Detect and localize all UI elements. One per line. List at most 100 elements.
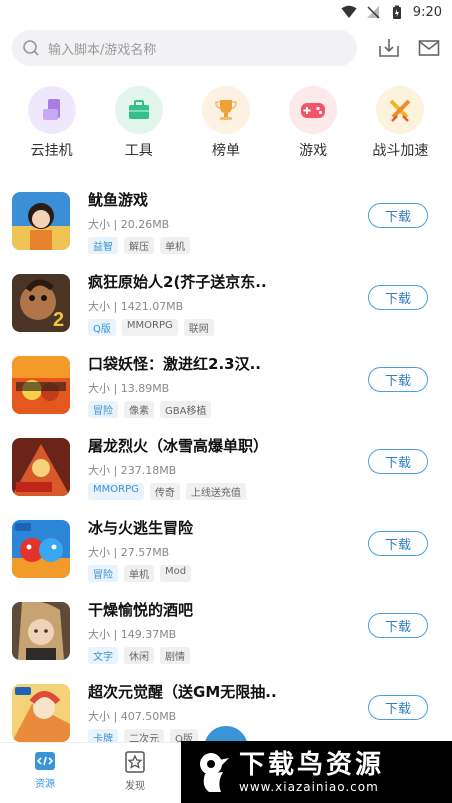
- game-tag: Q版: [88, 318, 116, 336]
- download-button[interactable]: 下载: [368, 449, 428, 474]
- game-tag: 益智: [88, 236, 118, 254]
- search-icon: [23, 40, 39, 56]
- nav-label: 游戏: [299, 143, 328, 159]
- game-tags: MMORPG 传奇 上线送充值: [88, 482, 268, 500]
- mail-icon[interactable]: [418, 37, 440, 63]
- game-tag: MMORPG: [88, 482, 144, 500]
- game-tags: 文字 休闲 剧情: [88, 646, 193, 664]
- game-thumbnail: [12, 602, 70, 660]
- battery-icon: [389, 5, 405, 19]
- nav-tools[interactable]: 工具: [99, 86, 179, 160]
- game-tag: 传奇: [149, 482, 180, 500]
- nav-label: 云挂机: [30, 143, 73, 159]
- tab-label: 资源: [35, 779, 55, 790]
- game-info: 冰与火逃生冒险 大小 | 27.57MB 冒险 单机 Mod: [88, 517, 193, 582]
- list-item[interactable]: 口袋妖怪：激进红2.3汉.. 大小 | 13.89MB 冒险 像素 GBA移植 …: [0, 344, 452, 426]
- game-thumbnail: [12, 356, 70, 414]
- search-input[interactable]: 输入脚本/游戏名称: [12, 30, 357, 66]
- nav-label: 战斗加速: [372, 143, 429, 159]
- game-size: 大小 | 20.26MB: [88, 217, 170, 231]
- download-button[interactable]: 下载: [368, 203, 428, 228]
- game-info: 超次元觉醒（送GM无限抽.. 大小 | 407.50MB 卡牌 二次元 Q版: [88, 681, 277, 746]
- game-tag: Mod: [160, 564, 192, 582]
- wifi-icon: [341, 5, 357, 19]
- game-size: 大小 | 27.57MB: [88, 545, 170, 559]
- download-button[interactable]: 下载: [368, 531, 428, 556]
- list-item[interactable]: 2 疯狂原始人2(芥子送京东.. 大小 | 1421.07MB Q版 MMORP…: [0, 262, 452, 344]
- search-actions: [378, 37, 440, 63]
- game-tag: 文字: [88, 646, 118, 664]
- game-size: 大小 | 1421.07MB: [88, 299, 184, 313]
- tab-discover[interactable]: 发现: [105, 751, 165, 792]
- nav-cloud-hangup[interactable]: 云挂机: [12, 86, 92, 160]
- game-tag: 解压: [124, 236, 154, 254]
- game-tags: Q版 MMORPG 联网: [88, 318, 267, 336]
- watermark-banner: 下载鸟资源 www.xiazainiao.com: [181, 741, 452, 803]
- game-tag: 上线送充值: [185, 482, 246, 500]
- game-tag: 冒险: [88, 564, 118, 582]
- game-tag: 单机: [124, 564, 154, 582]
- watermark-title: 下载鸟资源: [239, 750, 385, 780]
- game-info: 鱿鱼游戏 大小 | 20.26MB 益智 解压 单机: [88, 189, 190, 254]
- nav-ranking[interactable]: 榜单: [186, 86, 266, 160]
- code-icon: [35, 752, 55, 770]
- game-list: 鱿鱼游戏 大小 | 20.26MB 益智 解压 单机 下载 2 疯狂原始人2(芥…: [0, 180, 452, 754]
- game-tag: MMORPG: [121, 318, 178, 336]
- game-tag: 休闲: [124, 646, 154, 664]
- star-bookmark-icon: [125, 751, 145, 773]
- search-row: 输入脚本/游戏名称: [12, 30, 440, 66]
- download-button[interactable]: 下载: [368, 613, 428, 638]
- download-button[interactable]: 下载: [368, 695, 428, 720]
- game-info: 干燥愉悦的酒吧 大小 | 149.37MB 文字 休闲 剧情: [88, 599, 193, 664]
- list-item[interactable]: 冰与火逃生冒险 大小 | 27.57MB 冒险 单机 Mod 下载: [0, 508, 452, 590]
- game-size: 大小 | 13.89MB: [88, 381, 170, 395]
- game-thumbnail: [12, 684, 70, 742]
- game-info: 口袋妖怪：激进红2.3汉.. 大小 | 13.89MB 冒险 像素 GBA移植: [88, 353, 261, 418]
- game-thumbnail: 2: [12, 274, 70, 332]
- download-button[interactable]: 下载: [368, 367, 428, 392]
- game-tag: 像素: [124, 400, 154, 418]
- game-tag: GBA移植: [160, 400, 212, 418]
- game-tag: 单机: [160, 236, 190, 254]
- tab-resources[interactable]: 资源: [15, 751, 75, 790]
- game-title: 屠龙烈火（冰雪高爆单职）: [88, 436, 269, 455]
- trophy-icon: [201, 86, 250, 134]
- download-manager-icon[interactable]: [378, 37, 400, 63]
- game-title: 疯狂原始人2(芥子送京东..: [88, 272, 267, 291]
- status-bar: 9:20: [0, 0, 452, 24]
- list-item[interactable]: 鱿鱼游戏 大小 | 20.26MB 益智 解压 单机 下载: [0, 180, 452, 262]
- game-tags: 冒险 单机 Mod: [88, 564, 193, 582]
- swords-icon: [376, 86, 425, 134]
- gamepad-icon: [289, 86, 338, 134]
- search-placeholder: 输入脚本/游戏名称: [48, 42, 157, 58]
- game-tag: 冒险: [88, 400, 118, 418]
- toolbox-icon: [114, 86, 163, 134]
- status-time: 9:20: [412, 4, 442, 20]
- tab-label: 发现: [125, 781, 145, 792]
- game-thumbnail: [12, 520, 70, 578]
- game-title: 口袋妖怪：激进红2.3汉..: [88, 354, 261, 373]
- download-button[interactable]: 下载: [368, 285, 428, 310]
- game-title: 干燥愉悦的酒吧: [88, 600, 194, 619]
- game-info: 屠龙烈火（冰雪高爆单职） 大小 | 237.18MB MMORPG 传奇 上线送…: [88, 435, 268, 500]
- nav-label: 榜单: [211, 143, 240, 159]
- watermark-text: 下载鸟资源 www.xiazainiao.com: [239, 750, 384, 794]
- game-title: 超次元觉醒（送GM无限抽..: [88, 682, 277, 701]
- game-size: 大小 | 149.37MB: [88, 627, 177, 641]
- watermark-url: www.xiazainiao.com: [239, 780, 379, 794]
- game-info: 疯狂原始人2(芥子送京东.. 大小 | 1421.07MB Q版 MMORPG …: [88, 271, 267, 336]
- nav-battle-boost[interactable]: 战斗加速: [360, 86, 440, 160]
- nav-games[interactable]: 游戏: [273, 86, 353, 160]
- game-size: 大小 | 407.50MB: [88, 709, 177, 723]
- no-signal-icon: [365, 5, 381, 19]
- list-item[interactable]: 干燥愉悦的酒吧 大小 | 149.37MB 文字 休闲 剧情 下载: [0, 590, 452, 672]
- svg-text:2: 2: [53, 309, 64, 331]
- game-size: 大小 | 237.18MB: [88, 463, 177, 477]
- phone-icon: [27, 86, 76, 134]
- game-tags: 益智 解压 单机: [88, 236, 190, 254]
- list-item[interactable]: 屠龙烈火（冰雪高爆单职） 大小 | 237.18MB MMORPG 传奇 上线送…: [0, 426, 452, 508]
- game-title: 冰与火逃生冒险: [88, 518, 194, 537]
- game-title: 鱿鱼游戏: [88, 190, 149, 209]
- game-tags: 冒险 像素 GBA移植: [88, 400, 261, 418]
- nav-label: 工具: [124, 143, 153, 159]
